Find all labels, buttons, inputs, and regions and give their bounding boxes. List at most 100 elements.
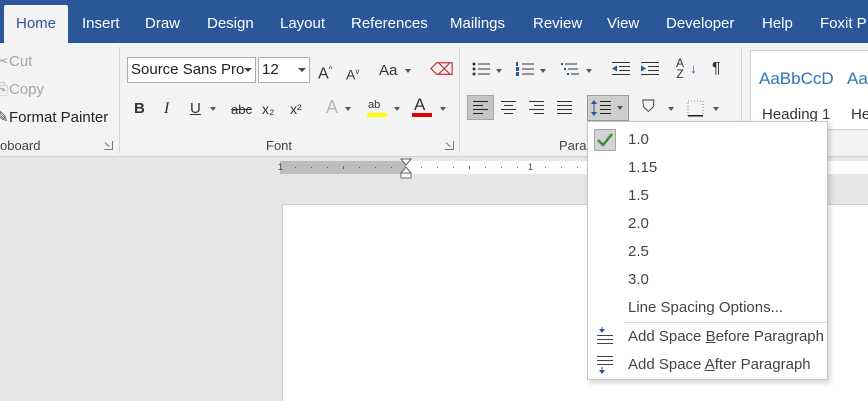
underline-button[interactable]: U <box>190 100 201 118</box>
borders-button[interactable] <box>687 100 704 122</box>
numbering-icon <box>516 62 534 76</box>
font-name-combo[interactable]: Source Sans Pro <box>127 57 256 83</box>
numbering-button[interactable] <box>515 61 535 82</box>
option-label: Add Space After Paragraph <box>628 351 811 379</box>
align-left-button[interactable] <box>467 95 494 120</box>
tab-foxit-pdf[interactable]: Foxit PI <box>820 0 868 43</box>
italic-button[interactable]: I <box>164 100 169 118</box>
align-right-button[interactable] <box>528 100 546 121</box>
increase-indent-icon <box>641 62 659 75</box>
label-part: efore Paragraph <box>715 328 824 345</box>
align-center-button[interactable] <box>500 100 518 121</box>
tab-design[interactable]: Design <box>207 0 254 43</box>
line-spacing-options-item[interactable]: Line Spacing Options... <box>588 294 827 322</box>
font-size-value: 12 <box>262 61 279 78</box>
clipboard-dialog-launcher[interactable] <box>104 141 113 150</box>
tab-draw[interactable]: Draw <box>145 0 180 43</box>
format-painter-button[interactable]: Format Painter <box>9 109 108 126</box>
chevron-down-icon <box>244 68 252 72</box>
decrease-indent-icon <box>612 62 630 75</box>
tab-view[interactable]: View <box>607 0 639 43</box>
chevron-down-icon[interactable] <box>668 107 674 111</box>
chevron-down-icon[interactable] <box>713 107 719 111</box>
tab-review[interactable]: Review <box>533 0 582 43</box>
copy-button[interactable]: Copy <box>9 81 44 98</box>
chevron-down-icon <box>617 106 623 110</box>
tab-help[interactable]: Help <box>762 0 793 43</box>
multilevel-list-button[interactable] <box>560 61 580 82</box>
line-spacing-option-1-5[interactable]: 1.5 <box>588 182 827 210</box>
text-effects-button[interactable]: A <box>326 98 338 116</box>
line-spacing-option-3-0[interactable]: 3.0 <box>588 266 827 294</box>
shading-button[interactable]: ⛉ <box>642 98 655 116</box>
show-formatting-marks-button[interactable]: ¶ <box>712 60 721 78</box>
line-spacing-icon <box>591 100 611 116</box>
shrink-font-button[interactable]: Av <box>346 63 359 84</box>
check-icon <box>597 133 613 147</box>
tab-mailings[interactable]: Mailings <box>450 0 505 43</box>
accelerator-key: B <box>705 328 716 345</box>
indent-marker-icon[interactable] <box>400 158 412 180</box>
ribbon-tab-bar: Home Insert Draw Design Layout Reference… <box>0 0 868 43</box>
increase-indent-button[interactable] <box>640 61 660 82</box>
align-left-icon <box>473 101 488 114</box>
chevron-down-icon[interactable] <box>540 69 546 73</box>
space-after-icon <box>597 356 613 374</box>
grow-font-icon: A <box>318 65 329 83</box>
subscript-button[interactable]: x₂ <box>262 100 274 118</box>
chevron-down-icon[interactable] <box>210 107 216 111</box>
cut-button[interactable]: Cut <box>9 53 32 70</box>
tab-insert[interactable]: Insert <box>82 0 120 43</box>
clear-formatting-icon[interactable]: ⌫ <box>430 61 454 79</box>
borders-icon <box>687 100 704 117</box>
style-heading1-sample[interactable]: AaBbCcD <box>759 69 834 89</box>
multilevel-list-icon <box>561 63 579 75</box>
line-spacing-option-1-15[interactable]: 1.15 <box>588 154 827 182</box>
align-right-icon <box>529 101 544 114</box>
option-label: 1.0 <box>628 131 649 148</box>
tab-home[interactable]: Home <box>4 5 69 43</box>
justify-button[interactable] <box>556 100 574 121</box>
style-heading2-name[interactable]: He <box>851 106 868 123</box>
font-dialog-launcher[interactable] <box>445 141 454 150</box>
chevron-down-icon[interactable] <box>440 107 446 111</box>
change-case-button[interactable]: Aa <box>379 62 397 80</box>
sort-button[interactable]: AZ <box>676 57 684 80</box>
line-spacing-option-2-5[interactable]: 2.5 <box>588 238 827 266</box>
option-label: 2.5 <box>628 243 649 260</box>
chevron-down-icon[interactable] <box>345 107 351 111</box>
decrease-indent-button[interactable] <box>611 61 631 82</box>
font-name-value: Source Sans Pro <box>131 61 245 78</box>
chevron-down-icon[interactable] <box>394 107 400 111</box>
grow-font-button[interactable]: A^ <box>318 61 332 83</box>
bold-button[interactable]: B <box>134 100 145 118</box>
group-divider <box>119 47 120 153</box>
line-spacing-button[interactable] <box>587 95 629 121</box>
add-space-before-paragraph-item[interactable]: Add Space Before Paragraph <box>588 323 827 351</box>
group-divider <box>459 47 460 153</box>
font-color-button[interactable]: A <box>414 96 425 114</box>
change-case-icon: Aa <box>379 62 398 79</box>
bullets-button[interactable] <box>471 61 491 82</box>
format-painter-icon: ✎ <box>0 109 9 126</box>
style-heading2-sample[interactable]: AaB <box>847 69 868 89</box>
tab-references[interactable]: References <box>351 0 428 43</box>
line-spacing-option-1-0[interactable]: 1.0 <box>588 126 827 154</box>
tab-developer[interactable]: Developer <box>666 0 734 43</box>
highlight-button[interactable]: ab <box>368 96 380 114</box>
label-part: Add Space <box>628 328 706 345</box>
font-size-combo[interactable]: 12 <box>258 57 310 83</box>
add-space-after-paragraph-item[interactable]: Add Space After Paragraph <box>588 351 827 379</box>
chevron-down-icon[interactable] <box>586 69 592 73</box>
chevron-down-icon <box>298 68 306 72</box>
option-label: 1.5 <box>628 187 649 204</box>
bullets-icon <box>472 62 490 76</box>
superscript-button[interactable]: x² <box>290 100 302 118</box>
line-spacing-option-2-0[interactable]: 2.0 <box>588 210 827 238</box>
chevron-down-icon[interactable] <box>405 69 411 73</box>
label-part: fter Paragraph <box>714 356 811 373</box>
tab-layout[interactable]: Layout <box>280 0 325 43</box>
styles-gallery: AaBbCcD Heading 1 AaB He <box>750 50 868 130</box>
chevron-down-icon[interactable] <box>496 69 502 73</box>
strikethrough-button[interactable]: abc <box>231 101 252 119</box>
